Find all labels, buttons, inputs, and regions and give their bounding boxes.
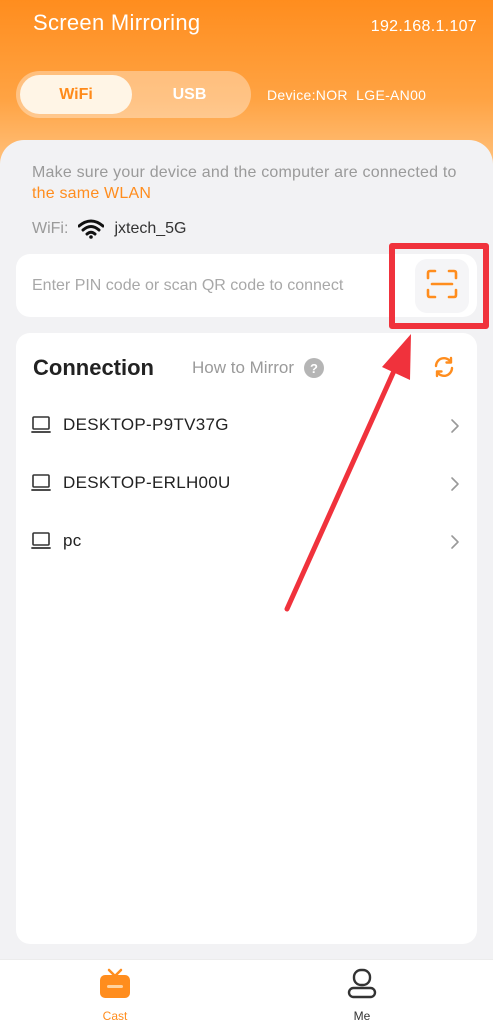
how-to-mirror-link[interactable]: How to Mirror ?	[192, 358, 325, 378]
device-name: pc	[63, 531, 82, 550]
wifi-network-name: jxtech_5G	[114, 220, 187, 237]
device-item-desktop-p9tv37g[interactable]: DESKTOP-P9TV37G	[16, 401, 477, 451]
nav-item-me[interactable]: Me	[302, 968, 422, 1023]
notice-highlight: the same WLAN	[32, 185, 152, 202]
device-name: DESKTOP-P9TV37G	[63, 415, 229, 434]
refresh-button[interactable]	[430, 355, 458, 383]
nav-item-cast[interactable]: Cast	[55, 968, 175, 1023]
chevron-right-icon	[450, 534, 460, 555]
refresh-icon	[432, 355, 456, 384]
chevron-right-icon	[450, 418, 460, 439]
device-label: Device:NOR LGE-AN00	[267, 87, 427, 103]
wifi-status-row: WiFi: jxtech_5G	[32, 219, 186, 239]
pin-input[interactable]	[32, 254, 410, 317]
ip-address: 192.168.1.107	[370, 18, 477, 35]
wifi-icon	[78, 219, 105, 239]
device-item-desktop-erlh00u[interactable]: DESKTOP-ERLH00U	[16, 459, 477, 509]
connection-notice: Make sure your device and the computer a…	[32, 162, 472, 204]
scan-highlight-box	[389, 243, 489, 329]
person-icon	[345, 968, 379, 1005]
connection-title: Connection	[33, 355, 154, 380]
pc-icon	[31, 473, 53, 498]
device-item-pc[interactable]: pc	[16, 517, 477, 567]
how-to-mirror-label: How to Mirror	[192, 358, 295, 377]
wifi-label: WiFi:	[32, 220, 69, 237]
chevron-right-icon	[450, 476, 460, 497]
device-name: DESKTOP-ERLH00U	[63, 473, 231, 492]
tv-cast-icon	[98, 968, 132, 1005]
connection-card: Connection How to Mirror ? DESKTOP-P9TV3…	[16, 333, 477, 944]
nav-label-cast: Cast	[102, 1009, 128, 1023]
pc-icon	[31, 531, 53, 556]
app-screen: Screen Mirroring 192.168.1.107 WiFi USB …	[0, 0, 493, 1024]
help-icon: ?	[304, 358, 325, 378]
notice-text: Make sure your device and the computer a…	[32, 164, 457, 181]
connection-mode-toggle: WiFi USB	[16, 71, 251, 118]
wifi-mode-tab[interactable]: WiFi	[20, 75, 132, 114]
nav-label-me: Me	[353, 1009, 371, 1023]
pc-icon	[31, 415, 53, 440]
usb-mode-tab[interactable]: USB	[132, 75, 247, 114]
bottom-navigation: Cast Me	[0, 959, 493, 1024]
app-title: Screen Mirroring	[33, 10, 201, 35]
